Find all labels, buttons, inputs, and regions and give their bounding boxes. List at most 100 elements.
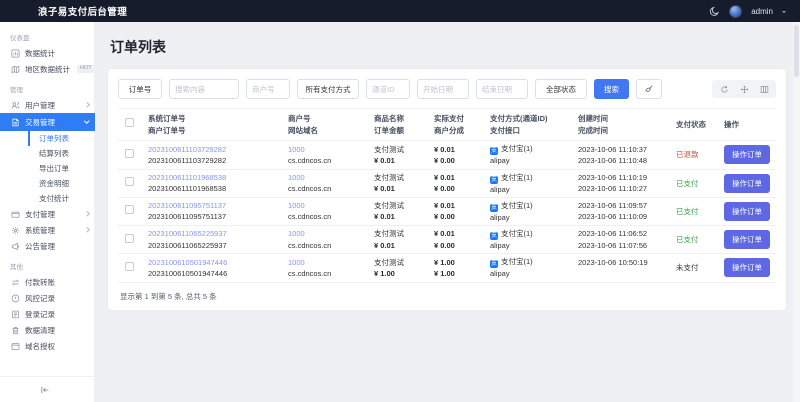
row-checkbox[interactable] (125, 262, 134, 271)
pay-interface: alipay (490, 240, 566, 251)
username[interactable]: admin (751, 7, 773, 16)
page-scrollbar[interactable] (793, 22, 800, 402)
row-checkbox[interactable] (125, 234, 134, 243)
product-name: 支付测试 (374, 228, 422, 239)
status-select[interactable]: 全部状态 (535, 79, 587, 99)
order-amount: ¥ 0.01 (374, 183, 422, 194)
merchant-id-link[interactable]: 1000 (288, 144, 362, 155)
chevron-right-icon (84, 212, 89, 217)
merchant-share: ¥ 1.00 (434, 268, 478, 279)
select-all-checkbox[interactable] (125, 118, 134, 127)
table-cell: 支付测试¥ 0.01 (368, 169, 428, 197)
merchant-input[interactable] (246, 79, 290, 99)
topbar: 浪子易支付后台管理 admin (0, 0, 800, 22)
alipay-icon: 支 (490, 147, 498, 155)
merchant-order-no: 2023100611103729282 (148, 155, 276, 166)
credit-card-icon (11, 210, 20, 219)
pay-method: 支付宝(1) (501, 144, 533, 153)
actual-paid: ¥ 0.01 (434, 144, 478, 155)
clear-filters-button[interactable] (636, 79, 662, 99)
merchant-order-no: 2023100611101968538 (148, 183, 276, 194)
hot-badge: HOT (77, 65, 95, 73)
status-cell: 已支付 (670, 169, 718, 197)
broom-icon (644, 84, 654, 94)
system-order-link[interactable]: 2023100611095751137 (148, 200, 276, 211)
row-checkbox[interactable] (125, 177, 134, 186)
sidebar-item[interactable]: 支付管理 (0, 206, 95, 222)
collapse-sidebar-icon (40, 385, 50, 395)
domain-icon (11, 342, 20, 351)
fullscreen-icon[interactable] (734, 80, 754, 98)
filter-bar: 订单号 所有支付方式 全部状态 搜索 (118, 79, 776, 99)
layout: 仪表盘数据统计地区数据统计HOT管理用户管理交易管理订单列表结算列表导出订单资金… (0, 22, 800, 402)
row-select-cell (118, 254, 142, 282)
sidebar-subitem[interactable]: 支付统计 (28, 191, 95, 206)
columns-settings-icon[interactable] (754, 80, 774, 98)
search-button[interactable]: 搜索 (594, 79, 629, 99)
pay-interface: alipay (490, 184, 566, 195)
sidebar-item[interactable]: 用户管理 (0, 97, 95, 113)
avatar[interactable] (729, 5, 742, 18)
row-checkbox[interactable] (125, 205, 134, 214)
sidebar-item[interactable]: 域名授权 (0, 338, 95, 354)
alipay-icon: 支 (490, 204, 498, 212)
warning-icon (11, 294, 20, 303)
megaphone-icon (11, 242, 20, 251)
table-cell: 20231006110957511372023100611095751137 (142, 197, 282, 225)
system-order-link[interactable]: 2023100611101968538 (148, 172, 276, 183)
order-action-button[interactable]: 操作订单 (724, 145, 770, 164)
sidebar-collapse-button[interactable] (0, 376, 95, 402)
system-order-link[interactable]: 2023100611103729282 (148, 144, 276, 155)
time-cell: 2023-10-06 10:50:19 (572, 254, 670, 282)
channel-input[interactable] (366, 79, 410, 99)
sidebar-subitem[interactable]: 订单列表 (28, 131, 95, 146)
order-action-button[interactable]: 操作订单 (724, 230, 770, 249)
sidebar-item-label: 交易管理 (25, 117, 55, 128)
merchant-id-link[interactable]: 1000 (288, 257, 362, 268)
table-row: 20231006111037292822023100611103729282 10… (118, 141, 776, 169)
merchant-id-link[interactable]: 1000 (288, 200, 362, 211)
sidebar-subitem[interactable]: 结算列表 (28, 146, 95, 161)
table-cell: 20231006110652259372023100611065225937 (142, 226, 282, 254)
order-action-button[interactable]: 操作订单 (724, 174, 770, 193)
sidebar-subitem[interactable]: 导出订单 (28, 161, 95, 176)
pay-method: 支付宝(1) (501, 173, 533, 182)
order-amount: ¥ 0.01 (374, 211, 422, 222)
merchant-id-link[interactable]: 1000 (288, 228, 362, 239)
sidebar-item[interactable]: 风控记录 (0, 290, 95, 306)
created-time: 2023-10-06 11:06:52 (578, 228, 664, 239)
order-type-select[interactable]: 订单号 (118, 79, 162, 99)
sidebar-item[interactable]: 付款转账 (0, 274, 95, 290)
scrollbar-thumb[interactable] (794, 25, 799, 77)
sidebar-item[interactable]: 交易管理 (0, 113, 95, 131)
actual-paid: ¥ 1.00 (434, 257, 478, 268)
sidebar-item[interactable]: 公告管理 (0, 238, 95, 254)
sidebar-subitem[interactable]: 资金明细 (28, 176, 95, 191)
status-cell: 已支付 (670, 197, 718, 225)
product-name: 支付测试 (374, 257, 422, 268)
sidebar-item[interactable]: 数据统计 (0, 45, 95, 61)
system-order-link[interactable]: 2023100611065225937 (148, 228, 276, 239)
start-date-input[interactable] (417, 79, 469, 99)
row-checkbox[interactable] (125, 149, 134, 158)
sidebar-item[interactable]: 地区数据统计HOT (0, 61, 95, 77)
sidebar-item[interactable]: 数据清理 (0, 322, 95, 338)
sidebar-item[interactable]: 系统管理 (0, 222, 95, 238)
order-action-button[interactable]: 操作订单 (724, 258, 770, 277)
search-input[interactable] (169, 79, 239, 99)
sidebar-item-label: 用户管理 (25, 100, 55, 111)
website-domain: cs.cdncos.cn (288, 155, 362, 166)
end-date-input[interactable] (476, 79, 528, 99)
dark-mode-icon[interactable] (709, 6, 720, 17)
merchant-order-no: 2023100610501947446 (148, 268, 276, 279)
sidebar-item[interactable]: 登录记录 (0, 306, 95, 322)
column-header: 商户号网站域名 (282, 109, 368, 141)
refresh-icon[interactable] (714, 80, 734, 98)
order-action-button[interactable]: 操作订单 (724, 202, 770, 221)
table-cell: ¥ 0.01¥ 0.00 (428, 226, 484, 254)
system-order-link[interactable]: 2023100610501947446 (148, 257, 276, 268)
completed-time: 2023-10-06 11:10:48 (578, 155, 664, 166)
merchant-id-link[interactable]: 1000 (288, 172, 362, 183)
actual-paid: ¥ 0.01 (434, 200, 478, 211)
pay-method-select[interactable]: 所有支付方式 (297, 79, 359, 99)
